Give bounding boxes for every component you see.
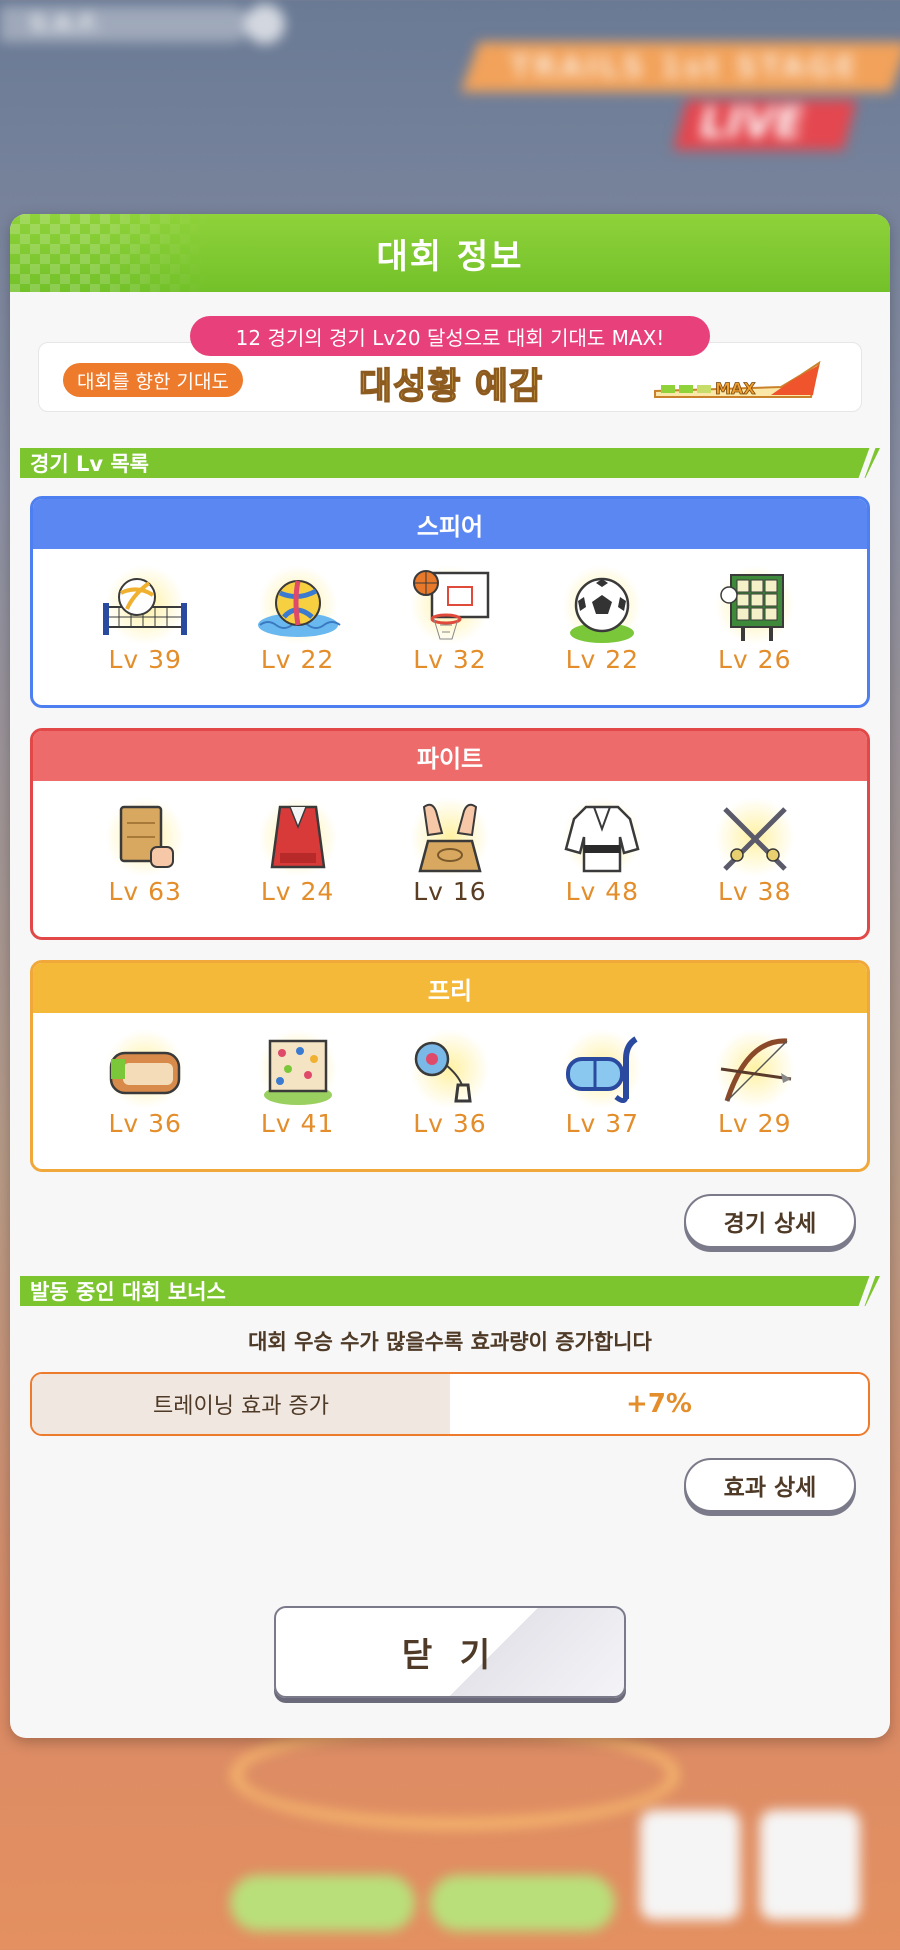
sport-item-sumo-ring[interactable]: Lv 16 [390,797,510,906]
modal-header: 대회 정보 [10,214,890,292]
group-fight: 파이트 Lv 63 Lv 24 Lv 16 Lv 48 Lv 38 [30,728,870,940]
bg-stage-text: TRAILS 1st STAGE [510,50,859,85]
bonus-label: 트레이닝 효과 증가 [32,1374,450,1434]
sport-level: Lv 38 [718,877,792,906]
sport-level: Lv 26 [718,645,792,674]
sport-item-target-board[interactable]: Lv 26 [695,565,815,674]
bonus-value: +7% [626,1389,692,1419]
bg-info-icon [245,4,285,44]
group-free: 프리 Lv 36 Lv 41 Lv 36 Lv 37 Lv 29 [30,960,870,1172]
boxing-vest-icon [250,797,346,881]
sport-item-judo[interactable]: Lv 48 [542,797,662,906]
sport-level: Lv 41 [260,1109,335,1138]
sport-level: Lv 36 [108,1109,182,1138]
sport-level: Lv 29 [718,1109,792,1138]
sport-item-climbing[interactable]: Lv 41 [238,1029,358,1138]
bg-skip-button [230,1875,415,1931]
fencing-swords-icon [707,797,803,881]
sports-level-section-header: 경기 Lv 목록 [20,448,880,478]
expectation-meter-icon: MAX [654,361,821,398]
snorkel-mask-icon [554,1029,650,1113]
sport-item-water-polo[interactable]: Lv 22 [238,565,358,674]
modal-title: 대회 정보 [376,236,524,277]
sport-level: Lv 48 [565,877,640,906]
bg-racket-icon [640,1810,740,1920]
soccer-ball-icon [554,565,650,649]
bg-live-text: LIVE [700,98,804,147]
sport-item-soccer[interactable]: Lv 22 [542,565,662,674]
expectation-banner: 12 경기의 경기 Lv20 달성으로 대회 기대도 MAX! [190,316,710,356]
sport-item-volleyball[interactable]: Lv 39 [85,565,205,674]
bow-arrow-icon [707,1029,803,1113]
sport-item-archery[interactable]: Lv 29 [695,1029,815,1138]
sport-level: Lv 22 [565,645,640,674]
sport-item-boxing-vest[interactable]: Lv 24 [238,797,358,906]
sport-level: Lv 22 [260,645,335,674]
volleyball-net-icon [97,565,193,649]
bonus-description: 대회 우승 수가 많을수록 효과량이 증가합니다 [248,1330,652,1354]
judo-gi-icon [554,797,650,881]
sports-detail-button[interactable]: 경기 상세 [684,1194,856,1248]
active-bonus-section-header: 발동 중인 대회 보너스 [20,1276,880,1306]
bg-top-text: S.A.F. [30,12,101,37]
expectation-value: 대성황 예감 [358,365,544,408]
tournament-info-modal: 대회 정보 12 경기의 경기 Lv20 달성으로 대회 기대도 MAX! 대회… [10,214,890,1738]
sport-level: Lv 39 [108,645,182,674]
bg-menu-icon [760,1810,860,1920]
sport-item-track[interactable]: Lv 36 [85,1029,205,1138]
sumo-ring-icon [402,797,498,881]
group-speer: 스피어 Lv 39 Lv 22 Lv 32 Lv 22 Lv 26 [30,496,870,708]
target-board-icon [707,565,803,649]
basketball-hoop-icon [402,565,498,649]
sport-level: Lv 37 [565,1109,640,1138]
effect-detail-button[interactable]: 효과 상세 [684,1458,856,1512]
climbing-wall-icon [250,1029,346,1113]
sport-level: Lv 16 [413,877,487,906]
sport-item-hammer-throw[interactable]: Lv 36 [390,1029,510,1138]
board-break-icon [97,797,193,881]
meter-max-label: MAX [715,379,756,398]
water-polo-icon [250,565,346,649]
group-title: 스피어 [33,499,867,549]
header-pattern [10,214,210,292]
sport-item-basketball[interactable]: Lv 32 [390,565,510,674]
sport-level: Lv 36 [413,1109,487,1138]
expectation-label: 대회를 향한 기대도 [63,363,243,397]
sport-level: Lv 32 [413,645,487,674]
close-button[interactable]: 닫 기 [274,1606,626,1698]
hammer-throw-icon [402,1029,498,1113]
sport-level: Lv 24 [260,877,335,906]
group-title: 프리 [33,963,867,1013]
sport-level: Lv 63 [108,877,182,906]
sport-item-snorkel[interactable]: Lv 37 [542,1029,662,1138]
sport-item-fencing[interactable]: Lv 38 [695,797,815,906]
bg-proceed-button [430,1875,615,1931]
sport-item-board-break[interactable]: Lv 63 [85,797,205,906]
bonus-row: 트레이닝 효과 증가 +7% [30,1372,870,1436]
group-title: 파이트 [33,731,867,781]
track-field-icon [97,1029,193,1113]
